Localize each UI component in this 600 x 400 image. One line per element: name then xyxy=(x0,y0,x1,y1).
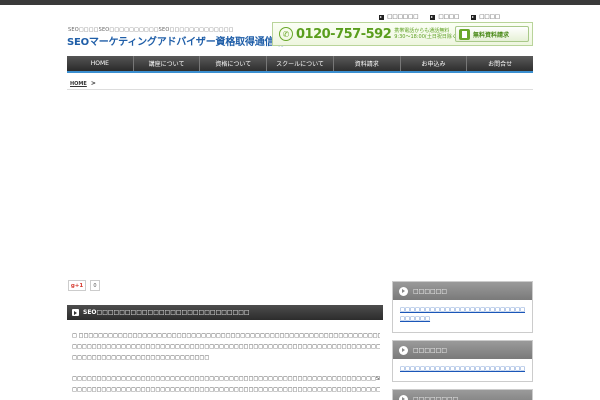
site-logo-title[interactable]: SEOマーケティングアドバイザー資格取得通信講座 xyxy=(67,33,294,48)
nav-item-apply[interactable]: お申込み xyxy=(400,56,468,71)
body-paragraph-line: □ □□□□□□□□□□□□□□□□□□□□□□□□□□□□□□□□□□□□□□… xyxy=(72,333,380,339)
body-paragraph-line: □□□□□□□□□□□□□□□□□□□□□□□□□□□□□□□□□□□□□□□□… xyxy=(72,376,380,382)
top-link-label: □□□□ xyxy=(438,14,460,20)
widget-header: □□□□□□ xyxy=(393,341,532,359)
arrow-square-icon xyxy=(471,14,477,20)
section-title: SEO□□□□□□□□□□□□□□□□□□□□□□□□□□□ xyxy=(83,309,250,316)
widget-link[interactable]: □□□□□□□□□□□□□□□□□□□□□□□□□□□□□□□□□ xyxy=(400,306,525,315)
google-plus-count: 0 xyxy=(90,280,100,291)
breadcrumb-separator: > xyxy=(90,80,96,87)
nav-item-brochure[interactable]: 資料請求 xyxy=(333,56,401,71)
widget-title: □□□□□□ xyxy=(413,346,448,354)
nav-item-school[interactable]: スクールについて xyxy=(267,56,334,71)
section-header: SEO□□□□□□□□□□□□□□□□□□□□□□□□□□□ xyxy=(67,305,383,320)
body-paragraph-line: □□□□□□□□□□□□□□□□□□□□□□□□□□□□□□□□□□□□□□□□… xyxy=(72,387,380,393)
top-link-label: □□□□□□ xyxy=(387,14,419,20)
body-paragraph-line: □□□□□□□□□□□□□□□□□□□□□□□□□□□□ xyxy=(72,355,210,361)
widget-header: □□□□□□□□ xyxy=(393,390,532,400)
widget-header: □□□□□□ xyxy=(393,282,532,300)
phone-icon: ✆ xyxy=(279,27,293,41)
phone-note-hours: 9:30〜18:00(土日祝日除く) xyxy=(394,34,459,40)
circle-arrow-icon xyxy=(399,345,408,355)
breadcrumb-home-link[interactable]: HOME xyxy=(70,81,87,87)
nav-item-course[interactable]: 講座について xyxy=(133,56,201,71)
widget-link[interactable]: □□□□□□□□□□□□□□□□□□□□□□□□□□□□□□ xyxy=(400,365,525,374)
nav-item-qualification[interactable]: 資格について xyxy=(200,56,268,71)
widget-title: □□□□□□ xyxy=(413,287,448,295)
sidebar-widget-3: □□□□□□□□ xyxy=(392,389,533,400)
sidebar-widget-2: □□□□□□ □□□□□□□□□□□□□□□□□□□□□□□□□□□□□□ xyxy=(392,340,533,382)
sidebar-widget-1: □□□□□□ □□□□□□□□□□□□□□□□□□□□□□□□□□□□□□□□□… xyxy=(392,281,533,333)
widget-title: □□□□□□□□ xyxy=(413,395,459,400)
social-buttons: g+1 0 xyxy=(68,280,100,291)
document-icon xyxy=(459,28,470,40)
circle-arrow-icon xyxy=(399,394,408,400)
top-link-label: □□□□ xyxy=(479,14,500,20)
arrow-square-icon xyxy=(430,14,436,20)
top-bar xyxy=(0,0,600,5)
brochure-request-label: 無料資料請求 xyxy=(473,31,510,39)
breadcrumb: HOME > xyxy=(70,80,96,87)
arrow-square-icon xyxy=(379,14,385,20)
body-paragraph-line: □□□□□□□□□□□□□□□□□□□□□□□□□□□□□□□□□□□□□□□□… xyxy=(72,344,380,350)
brochure-request-button[interactable]: 無料資料請求 xyxy=(455,26,529,42)
google-plus-button[interactable]: g+1 xyxy=(68,280,86,291)
contact-box: ✆ 0120-757-592 携帯電話からも通話無料 9:30〜18:00(土日… xyxy=(272,22,533,46)
arrow-right-icon xyxy=(72,309,79,316)
phone-number[interactable]: 0120-757-592 xyxy=(296,27,392,42)
circle-arrow-icon xyxy=(399,286,408,296)
divider xyxy=(67,89,533,90)
widget-link[interactable]: □□□□□□ xyxy=(400,315,525,324)
nav-item-contact[interactable]: お問合せ xyxy=(467,56,534,71)
nav-item-home[interactable]: HOME xyxy=(67,56,134,71)
global-nav: HOME 講座について 資格について スクールについて 資料請求 お申込み お問… xyxy=(67,56,534,73)
phone-notes: 携帯電話からも通話無料 9:30〜18:00(土日祝日除く) xyxy=(394,28,459,40)
